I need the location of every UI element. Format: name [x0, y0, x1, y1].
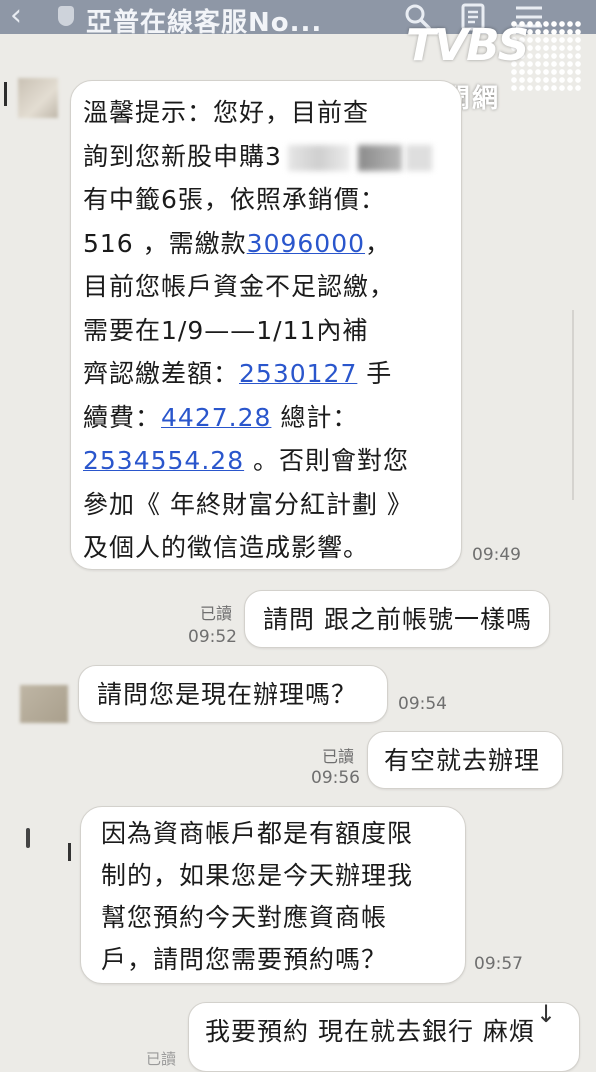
message-line: 參加《 年終財富分紅計劃 》 — [83, 483, 461, 527]
message-line: 續費：4427.28 總計： — [83, 396, 461, 440]
message-text: 詢到您新股申購3 — [83, 141, 282, 171]
message-text: 目前您帳戶資金不足認繳， — [83, 272, 396, 301]
message-text: 需要在1/9——1/11內補 — [83, 315, 369, 345]
number-link[interactable]: 2534554.28 — [83, 446, 244, 475]
message-line: 齊認繳差額：2530127 手 — [83, 352, 461, 396]
message-time: 09:54 — [398, 694, 447, 714]
edge-mark — [68, 843, 71, 861]
message-text: 齊認繳差額： — [83, 359, 240, 388]
edge-mark — [4, 82, 7, 106]
message-time: 09:49 — [472, 545, 521, 565]
avatar — [20, 685, 68, 723]
message-text: 。否則會對您 — [244, 446, 410, 475]
message-line: 詢到您新股申購3 — [83, 135, 461, 179]
number-link[interactable]: 4427.28 — [161, 403, 271, 432]
read-receipt: 已讀 — [322, 747, 355, 766]
redacted-blur — [357, 144, 402, 171]
message-line: 戶，請問您需要預約嗎？ — [101, 945, 388, 974]
message-text: 516 ，需繳款 — [83, 228, 247, 258]
scrollbar[interactable] — [572, 310, 574, 500]
message-text: ， — [365, 228, 392, 258]
message-text: 參加《 年終財富分紅計劃 》 — [83, 489, 413, 519]
chat-title: 亞普在線客服No... — [86, 8, 323, 38]
message-line: 有中籤6張，依照承銷價： — [83, 178, 461, 222]
message-line: 2534554.28 。否則會對您 — [83, 439, 461, 483]
scroll-down-arrow-icon[interactable]: ↓ — [536, 1000, 556, 1028]
shield-icon — [58, 6, 74, 26]
message-text: 有中籤6張，依照承銷價： — [83, 185, 386, 214]
chevron-left-icon[interactable]: ‹ — [10, 0, 22, 33]
message-text: 手 — [357, 359, 393, 388]
message-line: 因為資商帳戶都是有額度限 — [101, 819, 414, 848]
number-link[interactable]: 2530127 — [239, 359, 357, 388]
read-receipt: 已讀 — [146, 1050, 177, 1068]
message-bubble-outgoing: 請問 跟之前帳號一樣嗎 — [244, 590, 550, 648]
message-line: 制的，如果您是今天辦理我 — [101, 861, 414, 890]
message-text: 溫馨提示：您好，目前查 — [83, 98, 370, 127]
message-text: 續費： — [83, 402, 162, 432]
message-bubble-outgoing: 我要預約 現在就去銀行 麻煩 — [188, 1002, 580, 1072]
message-bubble-incoming: 請問您是現在辦理嗎？ — [78, 665, 388, 723]
message-bubble-incoming: 因為資商帳戶都是有額度限 制的，如果您是今天辦理我 幫您預約今天對應資商帳 戶，請問您… — [80, 806, 466, 984]
read-receipt: 已讀 — [200, 604, 233, 623]
redacted-blur — [405, 144, 432, 171]
message-line: 溫馨提示：您好，目前查 — [83, 91, 461, 135]
message-text: 總計： — [271, 402, 359, 432]
message-bubble-incoming: 溫馨提示：您好，目前查 詢到您新股申購3 有中籤6張，依照承銷價： 516 ，需繳款3… — [70, 80, 462, 570]
message-bubble-outgoing: 有空就去辦理 — [367, 731, 563, 789]
number-link[interactable]: 3096000 — [247, 229, 365, 258]
message-line: 需要在1/9——1/11內補 — [83, 309, 461, 353]
watermark-logo: TVBS — [406, 20, 529, 71]
edge-mark — [26, 828, 30, 848]
message-time: 09:52 — [188, 627, 237, 647]
message-line: 516 ，需繳款3096000， — [83, 222, 461, 266]
message-text: 及個人的徵信造成影響。 — [83, 533, 370, 562]
message-line: 幫您預約今天對應資商帳 — [101, 903, 388, 932]
message-line: 目前您帳戶資金不足認繳， — [83, 265, 461, 309]
message-time: 09:57 — [474, 954, 523, 974]
message-line: 及個人的徵信造成影響。 — [83, 526, 461, 570]
redacted-blur — [287, 144, 350, 171]
message-time: 09:56 — [311, 768, 360, 788]
avatar — [18, 78, 58, 118]
